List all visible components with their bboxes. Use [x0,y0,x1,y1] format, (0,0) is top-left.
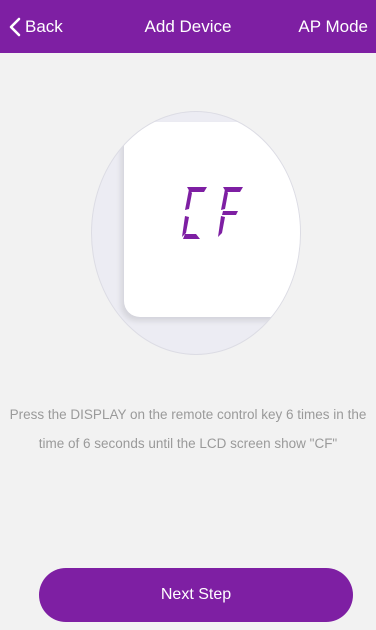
lcd-segment [222,211,238,215]
back-label: Back [25,17,63,36]
lcd-display-text [182,187,243,239]
instruction-text: Press the DISPLAY on the remote control … [9,407,367,451]
next-step-button[interactable]: Next Step [39,568,353,622]
lcd-segment [183,234,200,239]
lcd-segment [218,216,225,237]
lcd-segment [221,189,228,210]
lcd-glyph-c [182,187,207,239]
top-navigation-bar: Back Add Device AP Mode [0,0,376,53]
ap-mode-button[interactable]: AP Mode [298,16,368,38]
lcd-glyph-f [218,187,243,237]
back-button[interactable]: Back [9,15,63,39]
chevron-left-icon [9,17,21,37]
lcd-segment [182,216,189,237]
lcd-segment [185,189,192,210]
